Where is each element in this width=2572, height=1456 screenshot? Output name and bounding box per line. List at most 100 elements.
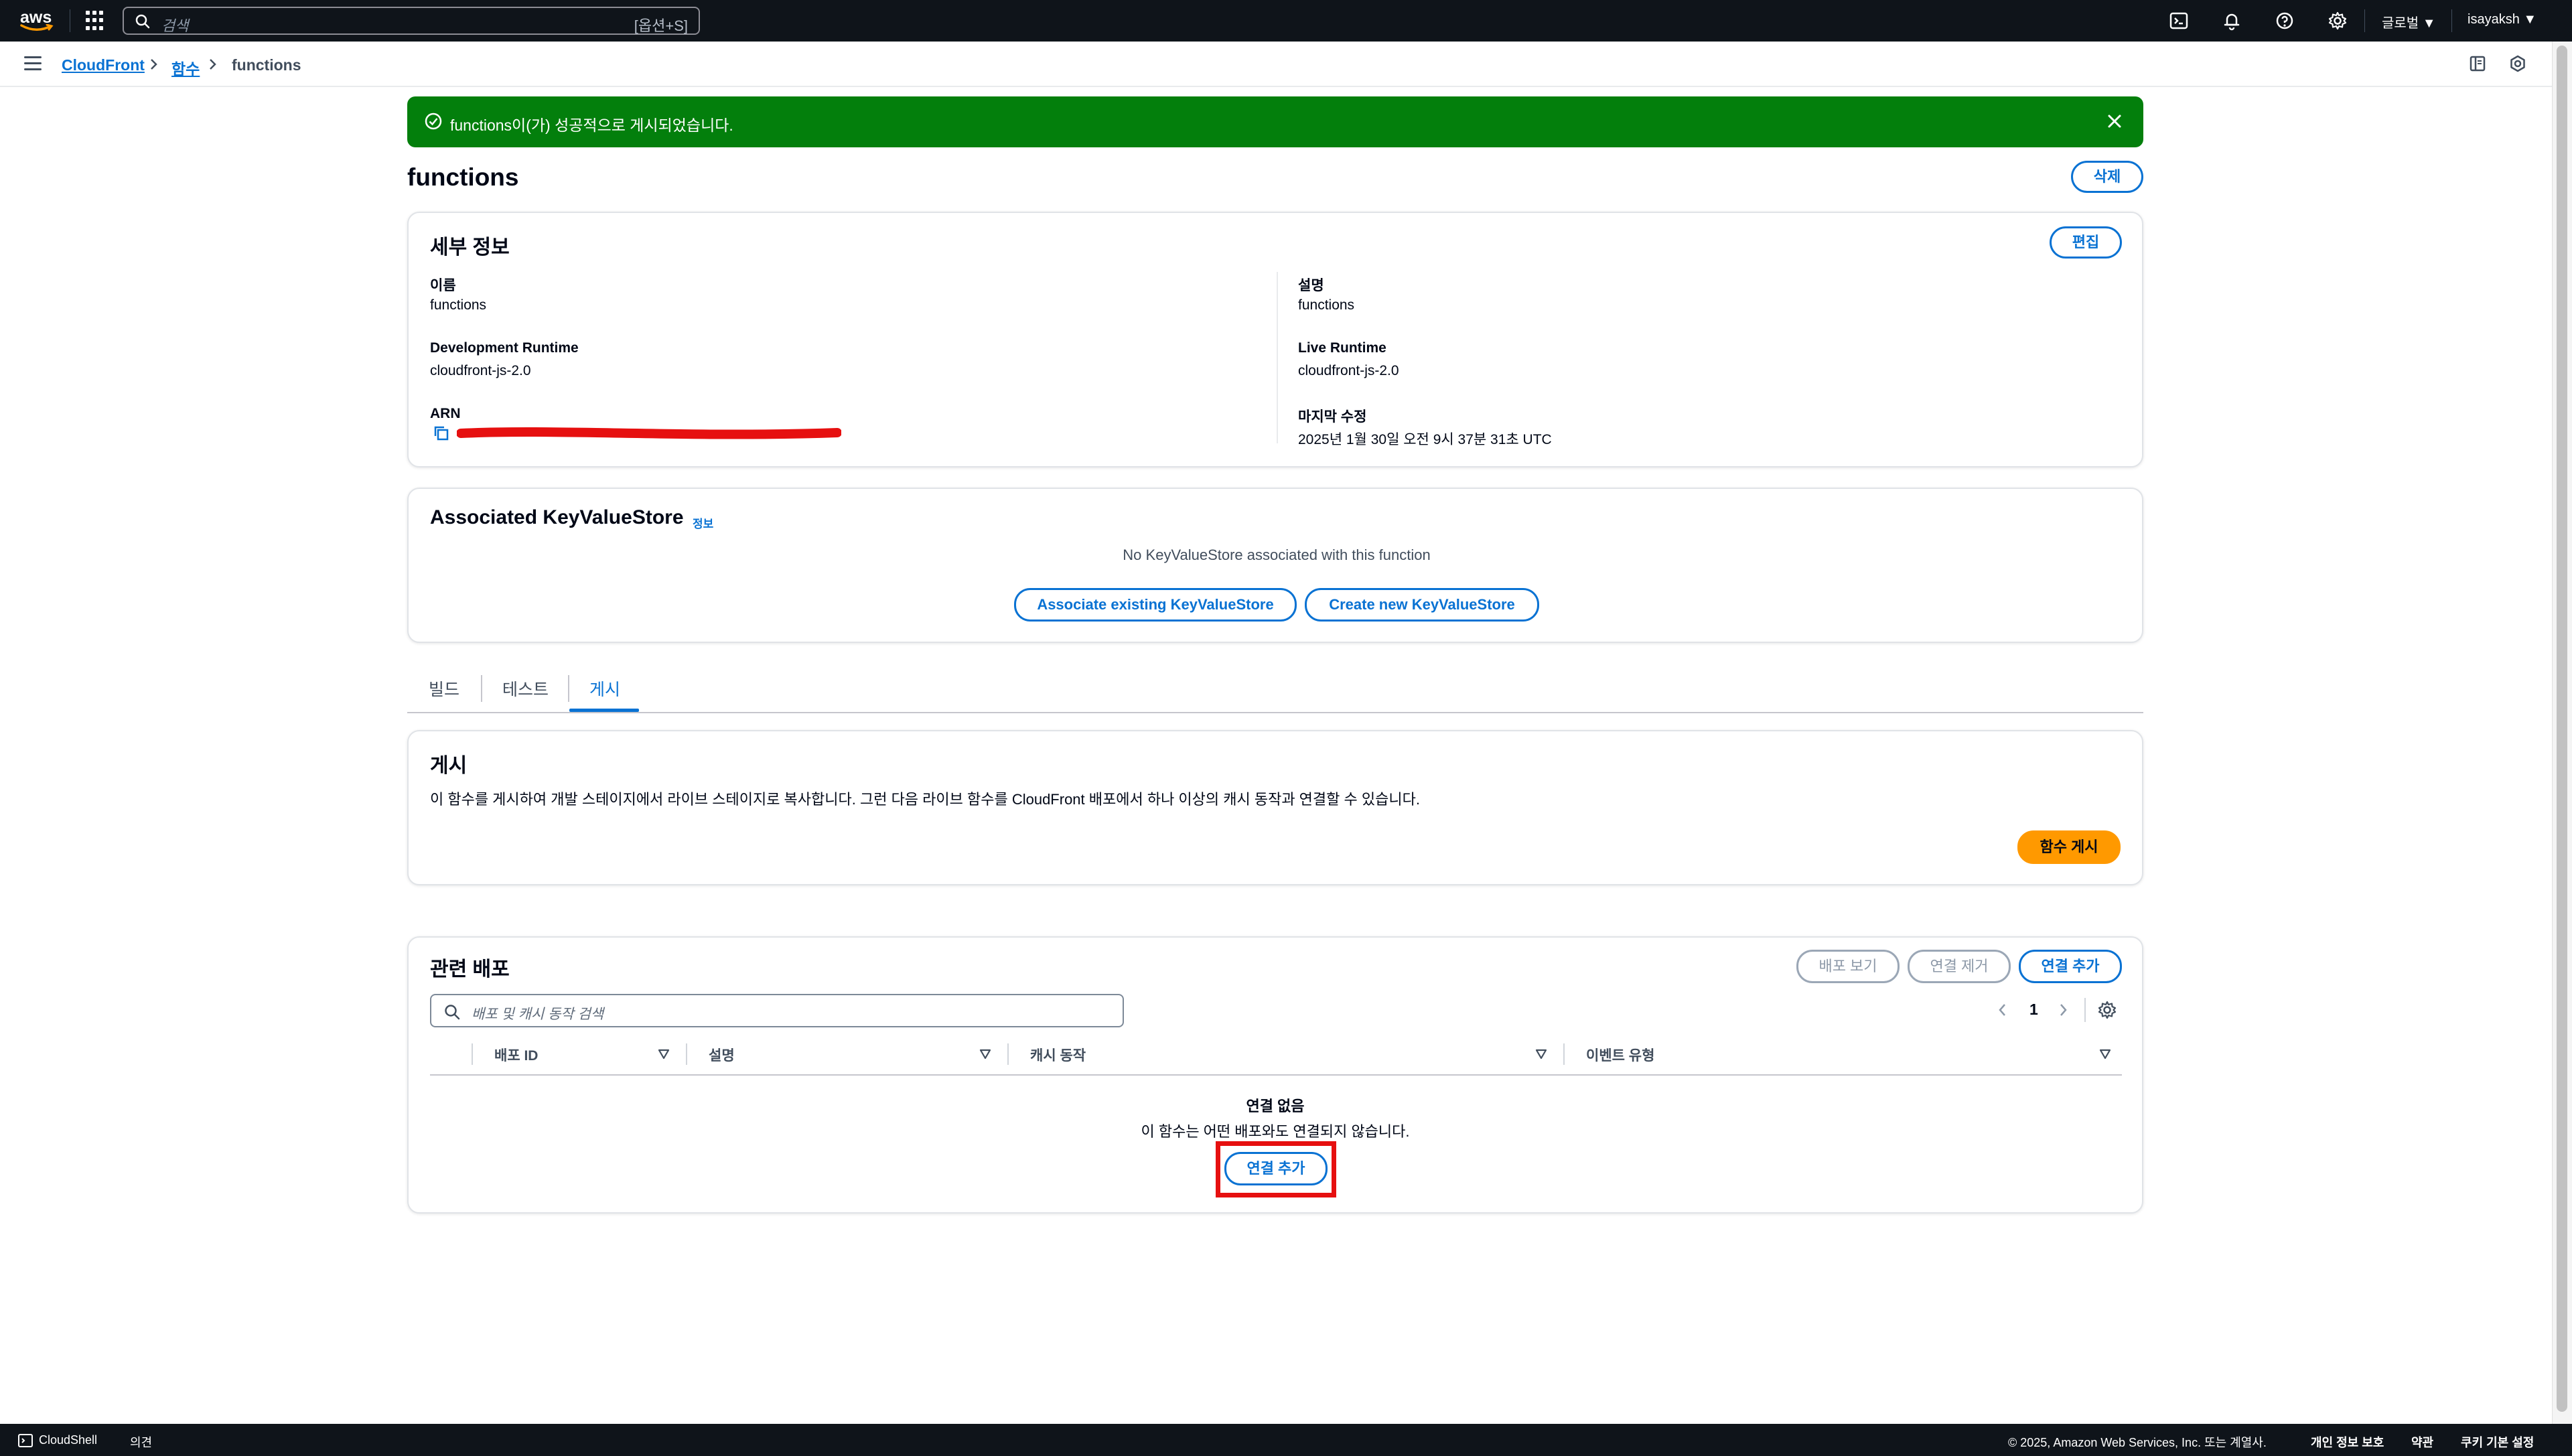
dev-runtime-value: cloudfront-js-2.0 [430,363,531,378]
keyvaluestore-empty-text: No KeyValueStore associated with this fu… [1123,547,1431,563]
split-panel-icon[interactable] [2468,54,2488,74]
details-header: 세부 정보 [430,236,510,259]
publish-header: 게시 [430,755,468,777]
column-divider [686,1043,687,1065]
column-header-distribution-id[interactable]: 배포 ID [494,1045,538,1065]
view-distribution-button[interactable]: 배포 보기 [1796,950,1900,983]
breadcrumb-functions-list[interactable]: 함수 [171,56,200,79]
empty-add-association-button[interactable]: 연결 추가 [1224,1152,1328,1185]
column-divider [1007,1043,1009,1065]
flash-message: functions이(가) 성공적으로 게시되었습니다. [450,117,733,134]
empty-state-description: 이 함수는 어떤 배포와도 연결되지 않습니다. [1141,1123,1410,1140]
bell-icon[interactable] [2221,10,2242,31]
tab-test[interactable]: 테스트 [502,676,549,701]
column-header-event-type[interactable]: 이벤트 유형 [1586,1045,1654,1065]
search-shortcut: [옵션+S] [634,17,688,34]
column-header-description[interactable]: 설명 [709,1045,735,1065]
success-flash: functions이(가) 성공적으로 게시되었습니다. [407,96,2143,147]
column-divider [1563,1043,1565,1065]
chevron-left-icon[interactable] [1995,1001,2011,1019]
search-placeholder: 검색 [161,17,189,34]
dev-runtime-label: Development Runtime [430,340,579,356]
sort-icon[interactable] [1535,1049,1547,1060]
add-association-button[interactable]: 연결 추가 [2019,950,2122,983]
create-keyvaluestore-button[interactable]: Create new KeyValueStore [1305,588,1539,622]
footer-cloudshell-link[interactable]: CloudShell [39,1433,97,1447]
remove-association-button[interactable]: 연결 제거 [1908,950,2011,983]
table-header-line [430,1074,2122,1076]
arn-label: ARN [430,406,461,421]
tab-publish[interactable]: 게시 [589,676,620,701]
publish-panel: 게시 이 함수를 게시하여 개발 스테이지에서 라이브 스테이지로 복사합니다.… [407,730,2143,885]
publish-description: 이 함수를 게시하여 개발 스테이지에서 라이브 스테이지로 복사합니다. 그런… [430,791,1420,808]
search-icon [445,1005,460,1020]
chevron-right-icon [210,59,216,70]
footer-feedback-link[interactable]: 의견 [130,1433,152,1451]
tabs-baseline [407,712,2143,713]
success-check-icon [425,113,442,130]
footer-copyright: © 2025, Amazon Web Services, Inc. 또는 계열사… [2008,1436,2267,1449]
table-preferences-gear-icon[interactable] [2096,999,2118,1021]
sort-icon[interactable] [979,1049,991,1060]
keyvaluestore-header: Associated KeyValueStore [430,506,684,528]
nav-divider [2451,9,2452,32]
chevron-right-icon [151,59,157,70]
sort-icon[interactable] [2099,1049,2111,1060]
gear-icon[interactable] [2327,10,2348,31]
settings-icon[interactable] [2508,54,2528,74]
delete-button[interactable]: 삭제 [2071,161,2143,193]
chevron-right-icon[interactable] [2055,1001,2071,1019]
breadcrumb-cloudfront[interactable]: CloudFront [62,56,145,74]
help-icon[interactable] [2274,10,2295,31]
tab-build[interactable]: 빌드 [429,676,459,701]
tab-divider [481,675,482,702]
active-tab-indicator [569,709,639,712]
info-link[interactable]: 정보 [693,514,713,531]
name-value: functions [430,297,487,313]
current-page-number[interactable]: 1 [2029,1001,2038,1019]
account-menu[interactable]: isayaksh ▼ [2468,12,2537,27]
search-icon [135,14,150,29]
console-footer: CloudShell 의견 © 2025, Amazon Web Service… [0,1424,2572,1456]
top-navigation: aws 검색 [옵션+S] 글로벌 ▼ isayaksh ▼ [0,0,2572,42]
close-icon[interactable] [2104,111,2125,131]
empty-state-title: 연결 없음 [1246,1098,1305,1114]
column-header-cache-behavior[interactable]: 캐시 동작 [1030,1045,1086,1065]
menu-icon[interactable] [24,56,42,71]
footer-privacy-link[interactable]: 개인 정보 보호 [2311,1433,2384,1451]
distributions-header: 관련 배포 [430,958,510,980]
keyvaluestore-panel: Associated KeyValueStore 정보 No KeyValueS… [407,488,2143,643]
last-modified-value: 2025년 1월 30일 오전 9시 37분 31초 UTC [1298,432,1552,447]
distribution-search-input[interactable]: 배포 및 캐시 동작 검색 [430,994,1124,1027]
breadcrumb-current: functions [232,56,301,74]
global-search-input[interactable]: 검색 [옵션+S] [123,7,700,35]
copy-icon[interactable] [433,425,450,442]
footer-terms-link[interactable]: 약관 [2411,1433,2433,1451]
footer-cookies-link[interactable]: 쿠키 기본 설정 [2461,1433,2534,1451]
page-title: functions [407,163,519,191]
breadcrumb-bar: CloudFront 함수 functions [0,42,2552,87]
sort-icon[interactable] [658,1049,670,1060]
pagination-divider [2084,998,2086,1022]
cloudshell-icon[interactable] [2168,10,2190,31]
live-runtime-value: cloudfront-js-2.0 [1298,363,1399,378]
last-modified-label: 마지막 수정 [1298,409,1367,425]
edit-button[interactable]: 편집 [2050,226,2122,259]
column-divider [472,1043,473,1065]
name-label: 이름 [430,278,456,293]
details-panel: 세부 정보 편집 이름 functions Development Runtim… [407,212,2143,467]
redaction-mark [457,427,841,439]
tab-divider [568,675,569,702]
associate-keyvaluestore-button[interactable]: Associate existing KeyValueStore [1014,588,1297,622]
nav-divider [2364,9,2365,32]
live-runtime-label: Live Runtime [1298,340,1386,356]
region-selector[interactable]: 글로벌 ▼ [2382,12,2436,31]
aws-logo[interactable]: aws [20,7,56,35]
aws-smile-icon [20,24,54,31]
description-value: functions [1298,297,1355,313]
page-scrollbar[interactable] [2552,42,2572,1424]
cloudshell-icon [18,1434,33,1447]
publish-function-button[interactable]: 함수 게시 [2017,830,2121,864]
description-label: 설명 [1298,278,1324,293]
services-grid-icon[interactable] [86,11,106,31]
